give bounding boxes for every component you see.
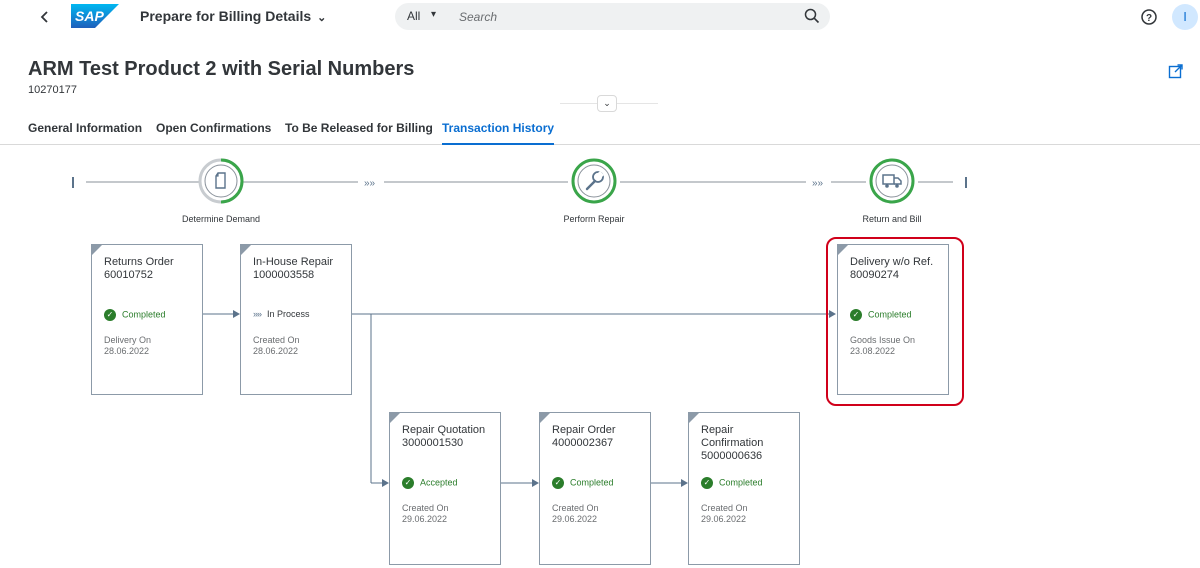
- date-value: 29.06.2022: [402, 514, 448, 524]
- phase-perform-repair-node[interactable]: [571, 158, 617, 204]
- card-number: 60010752: [104, 269, 153, 281]
- status-badge: ✓ Completed: [701, 477, 763, 489]
- in-process-icon: »»: [253, 309, 262, 319]
- search-scope-select[interactable]: All: [407, 9, 420, 23]
- svg-text:»»: »»: [812, 178, 824, 189]
- card-number: 1000003558: [253, 269, 315, 281]
- card-title: Repair Order: [552, 424, 616, 436]
- app-title-menu[interactable]: Prepare for Billing Details ⌄: [140, 8, 326, 24]
- date-label: Created On: [253, 335, 300, 345]
- check-circle-icon: ✓: [402, 477, 414, 489]
- tab-general-information[interactable]: General Information: [28, 121, 142, 145]
- card-title: Returns Order: [104, 256, 174, 268]
- card-number: 4000002367: [552, 437, 614, 449]
- date-value: 29.06.2022: [701, 514, 747, 524]
- card-meta: Delivery On 28.06.2022: [104, 335, 151, 357]
- status-text: Completed: [570, 477, 614, 488]
- check-circle-icon: ✓: [552, 477, 564, 489]
- card-title-block: In-House Repair 1000003558: [253, 256, 333, 282]
- card-title-block: Repair Quotation 3000001530: [402, 424, 485, 450]
- chevron-down-icon: ⌄: [317, 11, 327, 24]
- check-circle-icon: ✓: [701, 477, 713, 489]
- tab-transaction-history[interactable]: Transaction History: [442, 121, 555, 145]
- phase-label: Determine Demand: [181, 214, 261, 224]
- document-card-repair-quotation[interactable]: Repair Quotation 3000001530 ✓ Accepted Cr…: [389, 412, 501, 565]
- status-text: Accepted: [420, 477, 458, 488]
- card-meta: Created On 29.06.2022: [552, 503, 599, 525]
- process-flow: »» »» Determine Demand Perform Repair Re…: [0, 146, 1200, 568]
- phase-determine-demand-node[interactable]: [198, 158, 244, 204]
- search-bar: All ▾: [395, 3, 830, 30]
- sap-logo: SAP: [71, 4, 119, 28]
- phase-label: Return and Bill: [862, 214, 922, 224]
- card-title: Repair Quotation: [402, 424, 486, 436]
- chevron-down-icon[interactable]: ▾: [431, 9, 436, 20]
- card-number: 3000001530: [402, 437, 464, 449]
- phase-label: Perform Repair: [563, 214, 625, 224]
- card-meta: Created On 28.06.2022: [253, 335, 300, 357]
- card-fold: [688, 412, 700, 424]
- card-title: Repair Confirmation: [701, 424, 764, 449]
- date-value: 28.06.2022: [104, 346, 150, 356]
- phase-return-and-bill-node[interactable]: [869, 158, 915, 204]
- status-badge: ✓ Completed: [552, 477, 614, 489]
- date-label: Created On: [552, 503, 599, 513]
- svg-text:?: ?: [1146, 13, 1152, 24]
- tab-open-confirmations[interactable]: Open Confirmations: [156, 121, 271, 145]
- card-number: 5000000636: [701, 450, 763, 462]
- card-fold: [91, 244, 103, 256]
- status-badge: »» In Process: [253, 309, 310, 319]
- status-badge: ✓ Completed: [104, 309, 166, 321]
- avatar[interactable]: I: [1172, 4, 1198, 30]
- card-meta: Created On 29.06.2022: [701, 503, 748, 525]
- tab-to-be-released-for-billing[interactable]: To Be Released for Billing: [285, 121, 433, 145]
- collapse-header-button[interactable]: ⌄: [597, 95, 617, 112]
- status-text: In Process: [267, 309, 310, 319]
- document-card-in-house-repair[interactable]: In-House Repair 1000003558 »» In Process …: [240, 244, 352, 395]
- tab-bar: General Information Open Confirmations T…: [0, 114, 1200, 145]
- svg-text:SAP: SAP: [75, 8, 104, 24]
- date-label: Created On: [701, 503, 748, 513]
- search-input[interactable]: [459, 6, 789, 27]
- check-circle-icon: ✓: [104, 309, 116, 321]
- status-text: Completed: [719, 477, 763, 488]
- card-meta: Created On 29.06.2022: [402, 503, 449, 525]
- svg-text:»»: »»: [364, 178, 376, 189]
- card-title-block: Repair Confirmation 5000000636: [701, 424, 771, 463]
- date-label: Delivery On: [104, 335, 152, 345]
- card-title-block: Returns Order 60010752: [104, 256, 174, 282]
- document-card-returns-order[interactable]: Returns Order 60010752 ✓ Completed Delive…: [91, 244, 203, 395]
- search-icon[interactable]: [804, 8, 820, 24]
- back-button[interactable]: [36, 8, 54, 26]
- card-fold: [240, 244, 252, 256]
- highlight-box: [826, 237, 964, 406]
- page-title: ARM Test Product 2 with Serial Numbers: [28, 58, 415, 80]
- card-fold: [539, 412, 551, 424]
- date-value: 28.06.2022: [253, 346, 299, 356]
- help-icon[interactable]: ?: [1140, 8, 1158, 26]
- page-subtitle: 10270177: [28, 84, 77, 96]
- document-card-repair-confirmation[interactable]: Repair Confirmation 5000000636 ✓ Complete…: [688, 412, 800, 565]
- shell-bar: SAP Prepare for Billing Details ⌄ All ▾ ?…: [0, 0, 1200, 38]
- card-title-block: Repair Order 4000002367: [552, 424, 616, 450]
- app-title: Prepare for Billing Details: [140, 8, 312, 24]
- date-value: 29.06.2022: [552, 514, 598, 524]
- status-badge: ✓ Accepted: [402, 477, 458, 489]
- chevron-left-icon: [40, 11, 48, 23]
- card-title: In-House Repair: [253, 256, 334, 268]
- document-card-repair-order[interactable]: Repair Order 4000002367 ✓ Completed Creat…: [539, 412, 651, 565]
- status-text: Completed: [122, 309, 166, 320]
- date-label: Created On: [402, 503, 449, 513]
- share-icon[interactable]: [1168, 63, 1184, 79]
- card-fold: [389, 412, 401, 424]
- chevron-down-icon: ⌄: [603, 98, 611, 108]
